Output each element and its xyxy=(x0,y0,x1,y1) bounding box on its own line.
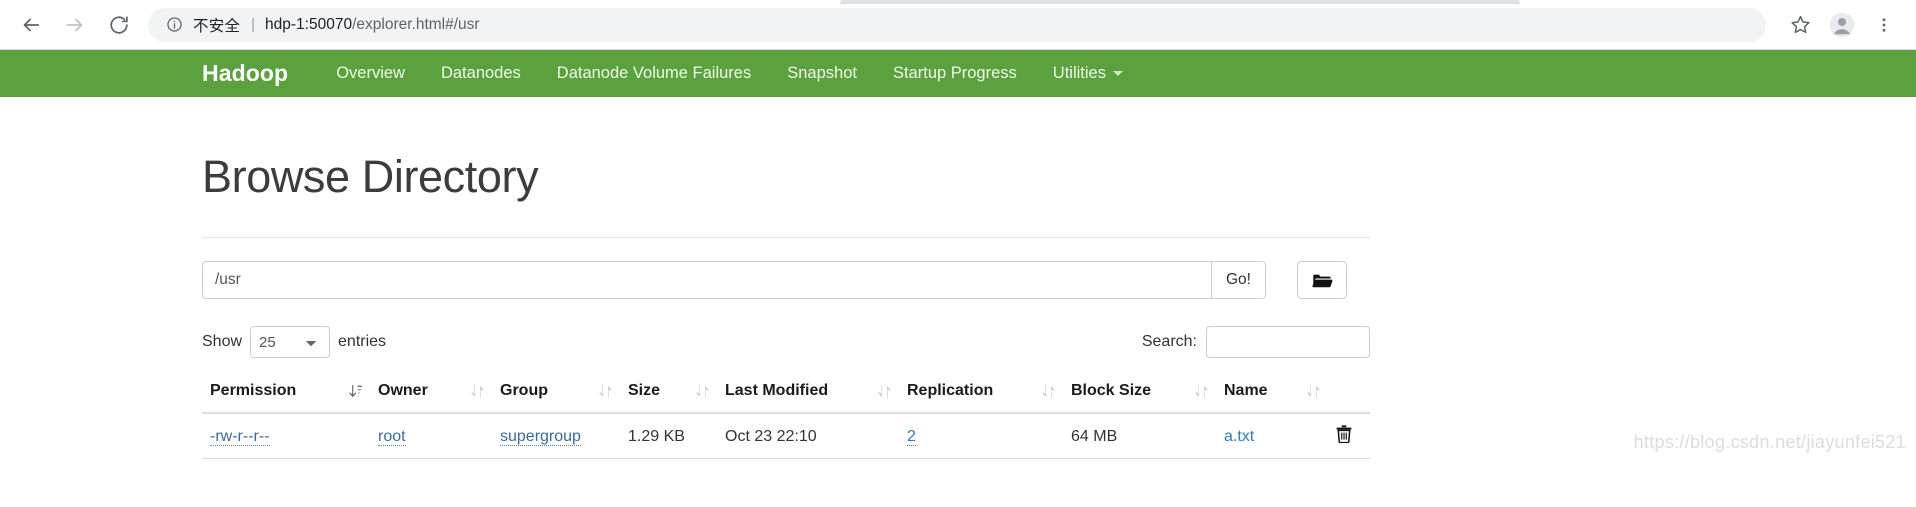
permission-value[interactable]: -rw-r--r-- xyxy=(210,427,270,446)
sort-none-icon xyxy=(471,384,484,399)
column-label: Name xyxy=(1224,382,1268,400)
title-divider xyxy=(202,237,1370,239)
browser-menu-button[interactable] xyxy=(1864,5,1904,45)
address-bar[interactable]: 不安全 | hdp-1:50070/explorer.html#/usr xyxy=(148,7,1766,42)
column-header-permission[interactable]: Permission xyxy=(202,373,370,415)
nav-item-datanodes[interactable]: Datanodes xyxy=(423,64,539,83)
column-label: Last Modified xyxy=(725,382,829,400)
file-name-link[interactable]: a.txt xyxy=(1224,428,1254,445)
datatable-length-control: Show 25 50 100 entries xyxy=(202,326,387,359)
column-header-group[interactable]: Group xyxy=(492,373,620,415)
cell-block-size: 64 MB xyxy=(1063,413,1216,460)
search-label: Search: xyxy=(1141,333,1197,351)
cell-permission: -rw-r--r-- xyxy=(202,413,370,460)
path-input[interactable] xyxy=(202,261,1211,300)
path-input-group: Go! xyxy=(202,261,1266,300)
nav-item-overview[interactable]: Overview xyxy=(318,64,423,83)
cell-name: a.txt xyxy=(1216,413,1328,460)
browser-toolbar-right xyxy=(1780,5,1916,45)
search-input[interactable] xyxy=(1206,326,1370,359)
chevron-down-icon xyxy=(1112,71,1123,76)
url-path: /explorer.html#/usr xyxy=(352,15,480,33)
reload-button[interactable] xyxy=(100,6,138,44)
nav-item-utilities[interactable]: Utilities xyxy=(1035,64,1141,83)
sort-none-icon xyxy=(1307,384,1320,399)
sort-none-icon xyxy=(696,384,709,399)
nav-item-snapshot[interactable]: Snapshot xyxy=(769,64,875,83)
arrow-right-icon xyxy=(66,18,83,31)
datatable-controls: Show 25 50 100 entries Search: xyxy=(202,326,1370,359)
url-host: hdp-1:50070 xyxy=(265,15,353,33)
security-status-label: 不安全 xyxy=(193,17,241,35)
group-value[interactable]: supergroup xyxy=(500,427,581,446)
table-head: Permission Owner Group Size Last Modifie… xyxy=(202,373,1370,415)
browser-tab-strip[interactable] xyxy=(840,0,1520,4)
back-button[interactable] xyxy=(12,6,50,44)
owner-value[interactable]: root xyxy=(378,427,406,446)
nav-item-startup-progress[interactable]: Startup Progress xyxy=(875,64,1035,83)
forward-button[interactable] xyxy=(56,6,94,44)
column-label: Permission xyxy=(210,382,297,400)
bookmark-star-button[interactable] xyxy=(1780,5,1820,45)
browser-chrome: 不安全 | hdp-1:50070/explorer.html#/usr xyxy=(0,0,1916,50)
address-url[interactable]: hdp-1:50070/explorer.html#/usr xyxy=(265,16,480,34)
column-label: Replication xyxy=(907,382,994,400)
star-icon xyxy=(1790,15,1810,34)
page-content: Browse Directory Go! Show 25 50 100 entr… xyxy=(0,151,1916,460)
table-row: -rw-r--r-- root supergroup 1.29 KB Oct 2… xyxy=(202,413,1370,460)
cell-replication: 2 xyxy=(899,413,1063,460)
nav-item-utilities-label: Utilities xyxy=(1052,64,1106,82)
column-label: Block Size xyxy=(1071,382,1152,400)
brand-link-hadoop[interactable]: Hadoop xyxy=(202,60,288,87)
address-separator: | xyxy=(251,16,256,33)
info-circle-icon[interactable] xyxy=(164,15,184,35)
browser-nav-buttons xyxy=(0,6,138,44)
column-header-owner[interactable]: Owner xyxy=(370,373,492,415)
trash-icon xyxy=(1336,425,1352,444)
page-title: Browse Directory xyxy=(202,151,539,202)
delete-file-button[interactable] xyxy=(1336,425,1352,444)
show-label: Show xyxy=(202,333,243,351)
profile-avatar-icon xyxy=(1829,12,1855,37)
column-label: Size xyxy=(628,382,661,400)
replication-value[interactable]: 2 xyxy=(907,427,916,446)
column-header-block-size[interactable]: Block Size xyxy=(1063,373,1216,415)
table-header-row: Permission Owner Group Size Last Modifie… xyxy=(202,373,1370,415)
table-body: -rw-r--r-- root supergroup 1.29 KB Oct 2… xyxy=(202,413,1370,460)
sort-none-icon xyxy=(599,384,612,399)
column-header-actions xyxy=(1328,373,1370,415)
profile-button[interactable] xyxy=(1822,5,1862,45)
entries-label: entries xyxy=(338,333,387,351)
folder-open-icon xyxy=(1312,274,1333,288)
cell-owner: root xyxy=(370,413,492,460)
entries-per-page-select[interactable]: 25 50 100 xyxy=(250,326,331,359)
watermark-text: https://blog.csdn.net/jiayunfei521 xyxy=(1633,432,1906,453)
cell-size: 1.29 KB xyxy=(620,413,717,460)
three-dot-menu-icon xyxy=(1882,17,1886,32)
column-header-name[interactable]: Name xyxy=(1216,373,1328,415)
sort-none-icon xyxy=(1042,384,1055,399)
path-browse-row: Go! xyxy=(202,261,1714,300)
datatable-search-control: Search: xyxy=(1141,326,1370,359)
column-label: Group xyxy=(500,382,548,400)
sort-desc-icon xyxy=(349,384,362,399)
column-label: Owner xyxy=(378,382,428,400)
sort-none-icon xyxy=(878,384,891,399)
cell-actions xyxy=(1328,413,1370,460)
column-header-replication[interactable]: Replication xyxy=(899,373,1063,415)
cell-last-modified: Oct 23 22:10 xyxy=(717,413,899,460)
column-header-size[interactable]: Size xyxy=(620,373,717,415)
go-button[interactable]: Go! xyxy=(1211,261,1266,300)
cell-group: supergroup xyxy=(492,413,620,460)
file-listing-table: Permission Owner Group Size Last Modifie… xyxy=(202,373,1370,460)
sort-none-icon xyxy=(1195,384,1208,399)
nav-item-datanode-volume-failures[interactable]: Datanode Volume Failures xyxy=(539,64,769,83)
hadoop-navbar: Hadoop Overview Datanodes Datanode Volum… xyxy=(0,50,1916,97)
column-header-last-modified[interactable]: Last Modified xyxy=(717,373,899,415)
reload-icon xyxy=(110,15,128,34)
create-directory-button[interactable] xyxy=(1297,261,1347,300)
arrow-left-icon xyxy=(23,18,40,31)
